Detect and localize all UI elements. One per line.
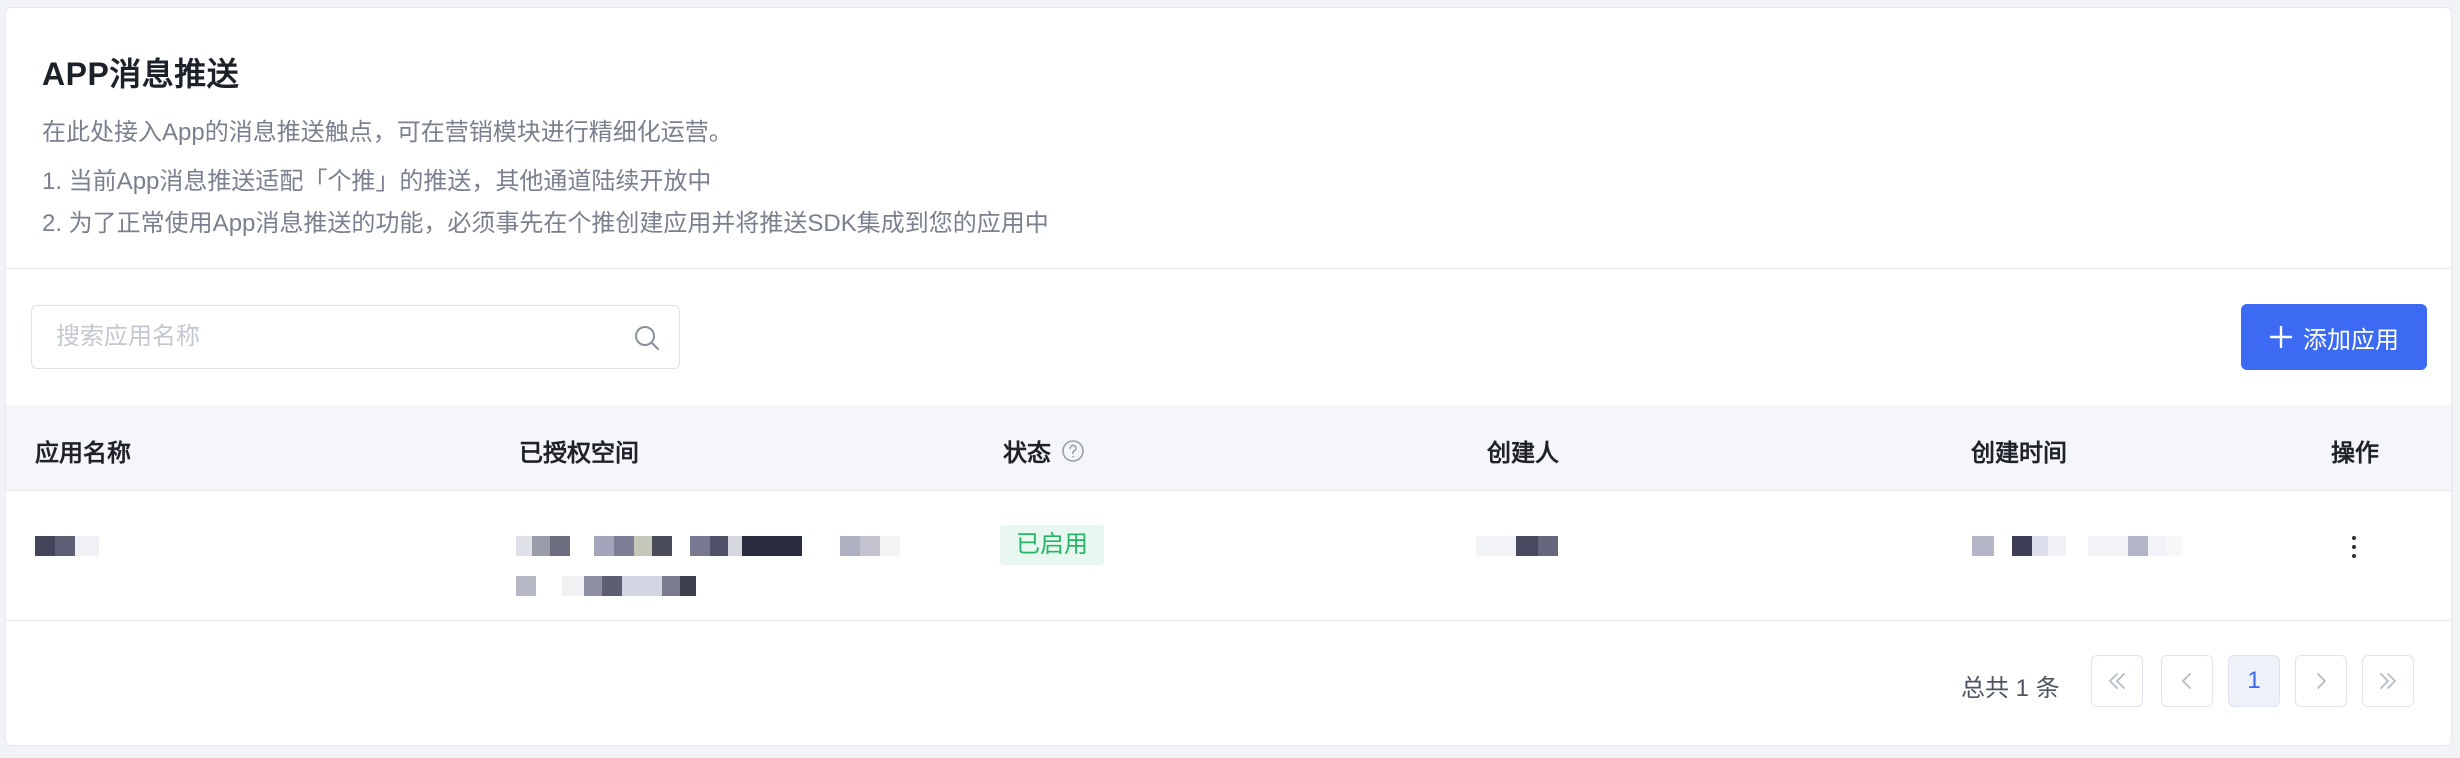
page-title: APP消息推送 [42, 56, 240, 92]
last-page-button[interactable] [2362, 655, 2414, 707]
double-chevron-left-icon [2109, 673, 2125, 689]
add-app-button-label: 添加应用 [2303, 326, 2399, 354]
note-item: 1. 当前App消息推送适配「个推」的推送，其他通道陆续开放中 [42, 168, 712, 195]
table-row[interactable]: 已启用 [6, 491, 2451, 621]
table-header: 应用名称 已授权空间 状态 创建人 创建时间 操作 [6, 405, 2451, 491]
question-circle-icon[interactable] [1061, 439, 1085, 463]
redacted-app-name [35, 536, 99, 556]
redacted-created-time [1972, 536, 2182, 556]
column-actions: 操作 [2331, 440, 2379, 467]
status-badge: 已启用 [1000, 525, 1104, 565]
redacted-authorized-space [516, 576, 696, 596]
intro-section: APP消息推送 在此处接入App的消息推送触点，可在营销模块进行精细化运营。 1… [6, 8, 2451, 269]
page-number-button[interactable]: 1 [2228, 655, 2280, 707]
note-item: 2. 为了正常使用App消息推送的功能，必须事先在个推创建应用并将推送SDK集成… [42, 210, 1049, 237]
column-created-time: 创建时间 [1971, 440, 2067, 467]
column-status: 状态 [1003, 433, 1085, 468]
search-input[interactable] [56, 320, 616, 354]
double-chevron-right-icon [2380, 673, 2396, 689]
prev-page-button[interactable] [2161, 655, 2213, 707]
chevron-left-icon [2182, 673, 2191, 689]
first-page-button[interactable] [2091, 655, 2143, 707]
search-icon[interactable] [633, 324, 661, 352]
pagination-total: 总共 1 条 [1961, 675, 2060, 702]
column-authorized-space: 已授权空间 [519, 440, 639, 467]
more-vertical-icon [2352, 536, 2356, 540]
plus-icon [2269, 325, 2293, 349]
redacted-authorized-space [516, 536, 900, 556]
column-creator: 创建人 [1487, 440, 1559, 467]
column-app-name: 应用名称 [35, 440, 131, 467]
add-app-button[interactable]: 添加应用 [2241, 304, 2427, 370]
more-actions-button[interactable] [2344, 527, 2364, 567]
redacted-creator [1476, 536, 1558, 556]
search-field[interactable] [31, 305, 680, 369]
next-page-button[interactable] [2295, 655, 2347, 707]
chevron-right-icon [2317, 673, 2326, 689]
push-settings-card: APP消息推送 在此处接入App的消息推送触点，可在营销模块进行精细化运营。 1… [5, 7, 2452, 746]
page-description: 在此处接入App的消息推送触点，可在营销模块进行精细化运营。 [42, 119, 733, 146]
